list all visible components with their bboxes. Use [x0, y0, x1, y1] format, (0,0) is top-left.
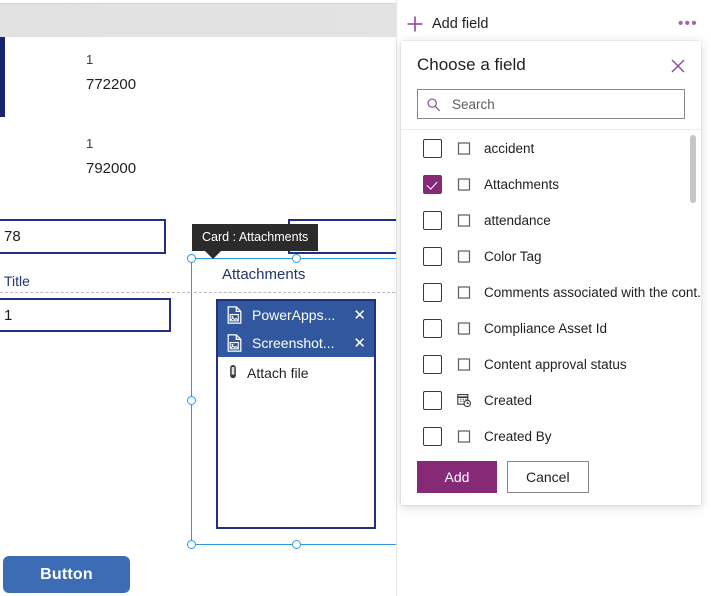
add-field-label: Add field [432, 15, 489, 32]
field-row[interactable]: Created [401, 382, 701, 418]
text-field-icon [457, 250, 471, 263]
field-label: Created By [484, 428, 552, 444]
field-row[interactable]: Compliance Asset Id [401, 310, 701, 346]
search-input[interactable] [450, 95, 676, 113]
field-row[interactable]: Attachments [401, 166, 701, 202]
add-field-button[interactable]: Add field [405, 14, 488, 34]
panel-top-bar: Add field ••• [397, 0, 711, 47]
field-label: Color Tag [484, 248, 542, 264]
text-field-icon [457, 322, 471, 335]
record-1-value: 772200 [86, 76, 137, 93]
canvas-button[interactable]: Button [3, 556, 130, 593]
flyout-footer: Add Cancel [401, 449, 701, 505]
text-field-icon [457, 178, 471, 191]
field-checkbox[interactable] [423, 390, 442, 410]
close-icon[interactable] [667, 55, 689, 77]
field-checkbox[interactable] [423, 210, 442, 230]
more-options-icon[interactable]: ••• [678, 16, 698, 31]
field-checkbox[interactable] [423, 318, 442, 338]
field-row[interactable]: accident [401, 130, 701, 166]
date-time-icon [457, 394, 472, 408]
field-checkbox[interactable] [423, 426, 442, 446]
cancel-button[interactable]: Cancel [507, 461, 589, 493]
field-row[interactable]: Comments associated with the cont... [401, 274, 701, 310]
field-label: Content approval status [484, 356, 627, 372]
flyout-title: Choose a field [417, 55, 526, 74]
card-selection-frame[interactable] [187, 254, 400, 549]
text-field-icon [457, 142, 471, 155]
field-checkbox[interactable] [423, 138, 442, 158]
record-2-count: 1 [86, 136, 94, 151]
title-input[interactable] [0, 298, 171, 332]
field-checkbox[interactable] [423, 246, 442, 266]
canvas-left-accent-bar [0, 37, 5, 117]
resize-handle-bottom-left[interactable] [187, 540, 196, 549]
add-button[interactable]: Add [417, 461, 497, 493]
resize-handle-top-middle[interactable] [292, 254, 301, 263]
text-field-icon [457, 286, 471, 299]
plus-icon [407, 16, 423, 31]
card-divider-left [0, 292, 190, 293]
field-row[interactable]: attendance [401, 202, 701, 238]
field-list-scrollbar[interactable] [690, 135, 696, 203]
resize-handle-top-left[interactable] [187, 254, 196, 263]
search-box[interactable] [417, 89, 685, 119]
record-1-count: 1 [86, 52, 94, 67]
quantity-input[interactable] [0, 219, 166, 254]
field-label: Comments associated with the cont... [484, 284, 701, 300]
field-row[interactable]: Color Tag [401, 238, 701, 274]
record-2-value: 792000 [86, 160, 137, 177]
text-field-icon [457, 358, 471, 371]
title-field-label: Title [4, 273, 30, 289]
choose-field-flyout: Choose a field accident [401, 41, 701, 505]
flyout-header: Choose a field [401, 41, 701, 89]
card-tooltip: Card : Attachments [192, 224, 319, 259]
text-field-icon [457, 214, 471, 227]
field-label: Attachments [484, 176, 560, 192]
field-label: accident [484, 140, 535, 156]
field-checkbox[interactable] [423, 354, 442, 374]
resize-handle-middle-left[interactable] [187, 396, 196, 405]
field-checkbox[interactable] [423, 174, 442, 194]
field-list[interactable]: accident Attachments attendance Color Ta… [401, 129, 701, 460]
field-checkbox[interactable] [423, 282, 442, 302]
field-label: Compliance Asset Id [484, 320, 608, 336]
resize-handle-bottom-middle[interactable] [292, 540, 301, 549]
field-label: attendance [484, 212, 551, 228]
field-label: Created [484, 392, 533, 408]
search-icon [427, 97, 441, 111]
field-row[interactable]: Content approval status [401, 346, 701, 382]
properties-panel: Add field ••• Choose a field ac [396, 0, 711, 596]
text-field-icon [457, 430, 471, 443]
